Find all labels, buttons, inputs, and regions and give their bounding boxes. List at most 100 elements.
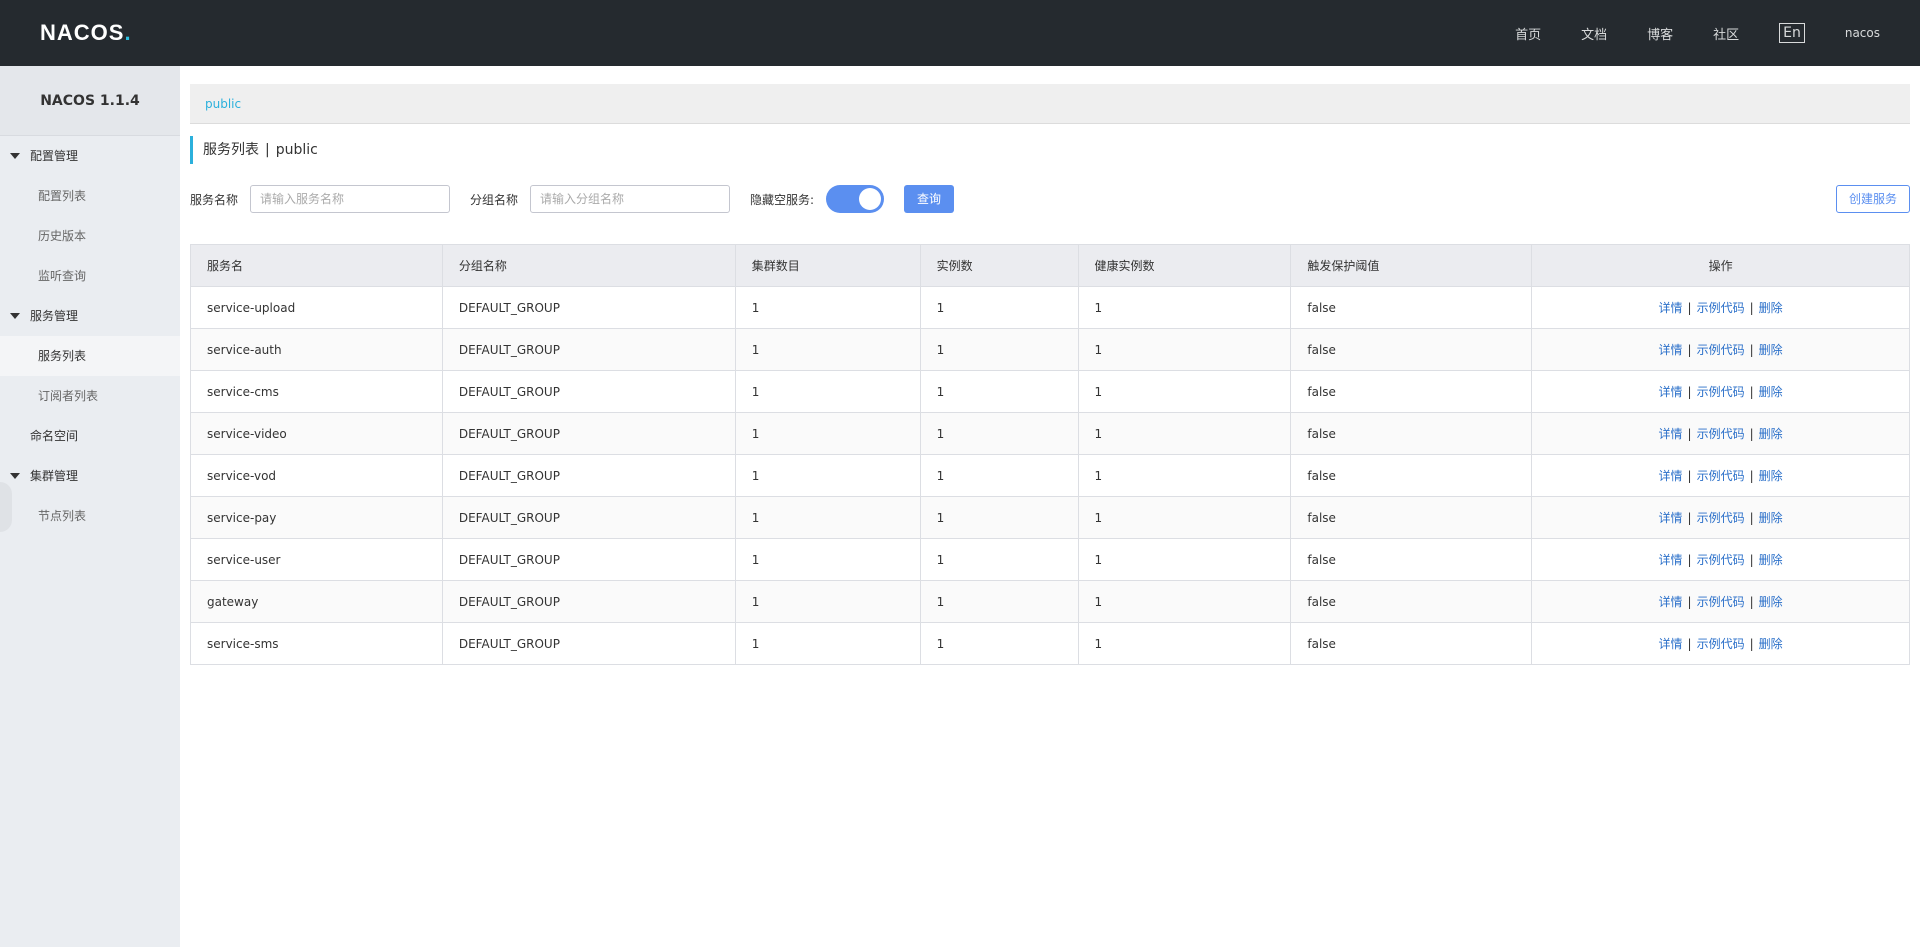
create-service-button[interactable]: 创建服务	[1836, 185, 1910, 213]
detail-link[interactable]: 详情	[1659, 595, 1683, 609]
delete-link[interactable]: 删除	[1759, 637, 1783, 651]
top-nav: 首页 文档 博客 社区 En nacos	[1475, 0, 1880, 66]
sample-code-link[interactable]: 示例代码	[1697, 553, 1745, 567]
detail-link[interactable]: 详情	[1659, 343, 1683, 357]
cell-instance-count: 1	[919, 538, 1079, 581]
delete-link[interactable]: 删除	[1759, 511, 1783, 525]
detail-link[interactable]: 详情	[1659, 553, 1683, 567]
delete-link[interactable]: 删除	[1759, 469, 1783, 483]
ops-separator: |	[1687, 637, 1692, 651]
sidebar-version: NACOS 1.1.4	[0, 66, 180, 136]
detail-link[interactable]: 详情	[1659, 637, 1683, 651]
menu-group-config[interactable]: 配置管理	[0, 136, 180, 176]
menu-group-label: 集群管理	[30, 469, 79, 483]
sample-code-link[interactable]: 示例代码	[1697, 427, 1745, 441]
detail-link[interactable]: 详情	[1659, 385, 1683, 399]
nav-docs-link[interactable]: 文档	[1581, 24, 1607, 43]
logo-dot: .	[124, 20, 132, 45]
cell-threshold: false	[1290, 328, 1533, 371]
top-header: NACOS. 首页 文档 博客 社区 En nacos	[0, 0, 1920, 66]
menu-item-config-list[interactable]: 配置列表	[0, 176, 180, 216]
page-title-namespace: public	[275, 142, 318, 158]
cell-group-name: DEFAULT_GROUP	[441, 580, 736, 623]
menu-item-service-list[interactable]: 服务列表	[0, 336, 180, 376]
nav-community-link[interactable]: 社区	[1713, 24, 1739, 43]
nav-home-link[interactable]: 首页	[1515, 24, 1541, 43]
cell-operations: 详情 | 示例代码 | 删除	[1531, 454, 1910, 497]
detail-link[interactable]: 详情	[1659, 511, 1683, 525]
cell-healthy-count: 1	[1077, 622, 1292, 665]
cell-cluster-count: 1	[734, 286, 921, 329]
service-name-input[interactable]	[250, 185, 450, 213]
caret-down-icon	[10, 153, 20, 159]
cell-cluster-count: 1	[734, 328, 921, 371]
nacos-logo[interactable]: NACOS.	[40, 20, 132, 46]
table-row: service-video DEFAULT_GROUP 1 1 1 false 详情 | 示例代…	[190, 412, 1910, 455]
group-name-input[interactable]	[530, 185, 730, 213]
sample-code-link[interactable]: 示例代码	[1697, 343, 1745, 357]
caret-down-icon	[10, 473, 20, 479]
sidebar-collapse-handle[interactable]	[0, 482, 12, 532]
language-switch[interactable]: En	[1779, 23, 1805, 43]
cell-instance-count: 1	[919, 496, 1079, 539]
cell-instance-count: 1	[919, 412, 1079, 455]
cell-threshold: false	[1290, 622, 1533, 665]
cell-group-name: DEFAULT_GROUP	[441, 538, 736, 581]
cell-service-name: service-sms	[190, 622, 443, 665]
menu-item-namespace[interactable]: 命名空间	[0, 416, 180, 456]
delete-link[interactable]: 删除	[1759, 427, 1783, 441]
ops-separator: |	[1749, 553, 1754, 567]
delete-link[interactable]: 删除	[1759, 553, 1783, 567]
table-row: service-cms DEFAULT_GROUP 1 1 1 false 详情 | 示例代码 |…	[190, 370, 1910, 413]
cell-instance-count: 1	[919, 622, 1079, 665]
delete-link[interactable]: 删除	[1759, 301, 1783, 315]
sample-code-link[interactable]: 示例代码	[1697, 595, 1745, 609]
ops-separator: |	[1687, 343, 1692, 357]
cell-group-name: DEFAULT_GROUP	[441, 622, 736, 665]
group-name-label: 分组名称	[470, 193, 519, 207]
caret-down-icon	[10, 313, 20, 319]
cell-instance-count: 1	[919, 328, 1079, 371]
cell-cluster-count: 1	[734, 580, 921, 623]
sample-code-link[interactable]: 示例代码	[1697, 637, 1745, 651]
detail-link[interactable]: 详情	[1659, 427, 1683, 441]
header-healthy-count: 健康实例数	[1077, 244, 1292, 287]
sample-code-link[interactable]: 示例代码	[1697, 385, 1745, 399]
page-title-text: 服务列表	[203, 142, 259, 158]
sample-code-link[interactable]: 示例代码	[1697, 469, 1745, 483]
menu-item-history[interactable]: 历史版本	[0, 216, 180, 256]
ops-separator: |	[1687, 469, 1692, 483]
cell-group-name: DEFAULT_GROUP	[441, 286, 736, 329]
ops-separator: |	[1687, 553, 1692, 567]
delete-link[interactable]: 删除	[1759, 595, 1783, 609]
menu-item-listener-query[interactable]: 监听查询	[0, 256, 180, 296]
nav-blog-link[interactable]: 博客	[1647, 24, 1673, 43]
delete-link[interactable]: 删除	[1759, 385, 1783, 399]
hide-empty-toggle[interactable]	[826, 185, 884, 213]
cell-healthy-count: 1	[1077, 412, 1292, 455]
menu-item-node-list[interactable]: 节点列表	[0, 496, 180, 536]
menu-group-service[interactable]: 服务管理	[0, 296, 180, 336]
current-user[interactable]: nacos	[1845, 26, 1880, 40]
menu-item-subscriber-list[interactable]: 订阅者列表	[0, 376, 180, 416]
cell-operations: 详情 | 示例代码 | 删除	[1531, 496, 1910, 539]
ops-separator: |	[1749, 301, 1754, 315]
cell-healthy-count: 1	[1077, 370, 1292, 413]
page-title: 服务列表 | public	[190, 136, 318, 164]
header-group-name: 分组名称	[441, 244, 736, 287]
delete-link[interactable]: 删除	[1759, 343, 1783, 357]
menu-group-cluster[interactable]: 集群管理	[0, 456, 180, 496]
detail-link[interactable]: 详情	[1659, 301, 1683, 315]
cell-service-name: service-vod	[190, 454, 443, 497]
detail-link[interactable]: 详情	[1659, 469, 1683, 483]
table-row: service-pay DEFAULT_GROUP 1 1 1 false 详情 | 示例代码 |…	[190, 496, 1910, 539]
query-button[interactable]: 查询	[904, 185, 954, 213]
title-separator: |	[265, 142, 270, 158]
cell-operations: 详情 | 示例代码 | 删除	[1531, 622, 1910, 665]
cell-instance-count: 1	[919, 286, 1079, 329]
sample-code-link[interactable]: 示例代码	[1697, 511, 1745, 525]
namespace-bar: public	[190, 84, 1910, 124]
sample-code-link[interactable]: 示例代码	[1697, 301, 1745, 315]
table-row: service-vod DEFAULT_GROUP 1 1 1 false 详情 | 示例代码 |…	[190, 454, 1910, 497]
namespace-link[interactable]: public	[205, 97, 241, 111]
